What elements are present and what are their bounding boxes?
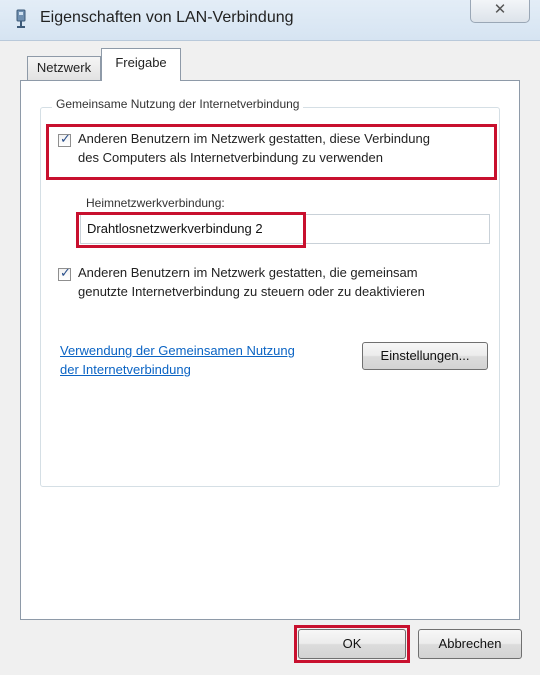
help-link[interactable]: Verwendung der Gemeinsamen Nutzung der I… xyxy=(60,341,295,379)
allow-control-checkbox[interactable]: ✓ xyxy=(58,265,71,281)
network-adapter-icon xyxy=(16,9,26,28)
allow-control-line2: genutzte Internetverbindung zu steuern o… xyxy=(78,284,425,299)
highlight-box-home-network xyxy=(76,212,306,248)
window-title: Eigenschaften von LAN-Verbindung xyxy=(40,9,294,26)
tab-freigabe[interactable]: Freigabe xyxy=(101,48,181,81)
help-link-line1: Verwendung der Gemeinsamen Nutzung xyxy=(60,343,295,358)
sharing-group-label: Gemeinsame Nutzung der Internetverbindun… xyxy=(52,97,304,111)
allow-control-line1: Anderen Benutzern im Netzwerk gestatten,… xyxy=(78,265,418,280)
highlight-box-ok xyxy=(294,625,410,663)
highlight-box-sharing xyxy=(46,124,497,180)
close-icon: ✕ xyxy=(493,1,507,18)
home-network-label: Heimnetzwerkverbindung: xyxy=(86,196,225,210)
title-bar: Eigenschaften von LAN-Verbindung ✕ xyxy=(0,0,540,41)
close-button[interactable]: ✕ xyxy=(470,0,530,23)
settings-button[interactable]: Einstellungen... xyxy=(362,342,488,370)
tab-netzwerk[interactable]: Netzwerk xyxy=(27,56,101,80)
properties-dialog: Eigenschaften von LAN-Verbindung ✕ Netzw… xyxy=(0,0,540,675)
checkmark-icon: ✓ xyxy=(60,265,71,280)
cancel-button[interactable]: Abbrechen xyxy=(418,629,522,659)
allow-control-label[interactable]: Anderen Benutzern im Netzwerk gestatten,… xyxy=(78,263,425,301)
help-link-line2: der Internetverbindung xyxy=(60,362,191,377)
